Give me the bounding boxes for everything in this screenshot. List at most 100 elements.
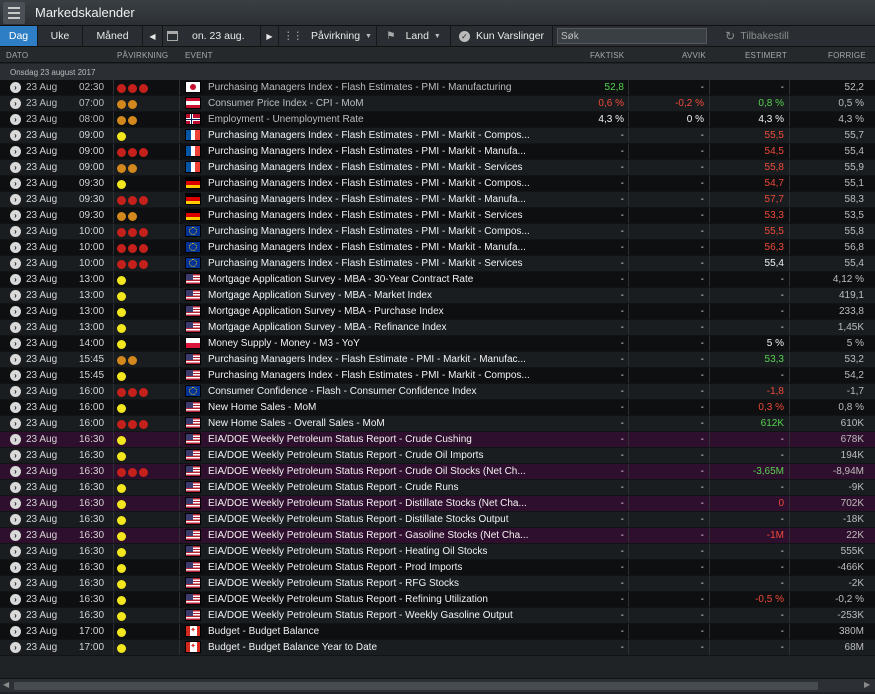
row-event[interactable]: Mortgage Application Survey - MBA - Refi… [208,322,588,333]
table-row[interactable]: › 23 Aug 09:00 Purchasing Managers Index - … [0,144,875,160]
expand-arrow-icon[interactable]: › [10,354,21,365]
expand-arrow-icon[interactable]: › [10,370,21,381]
table-row[interactable]: › 23 Aug 16:30 EIA/DOE Weekly Petroleum Sta… [0,512,875,528]
row-event[interactable]: Purchasing Managers Index - Flash Estima… [208,178,588,189]
row-event[interactable]: EIA/DOE Weekly Petroleum Status Report -… [208,530,588,541]
row-event[interactable]: EIA/DOE Weekly Petroleum Status Report -… [208,610,588,621]
table-row[interactable]: › 23 Aug 16:30 EIA/DOE Weekly Petroleum Sta… [0,480,875,496]
table-row[interactable]: › 23 Aug 09:00 Purchasing Managers Index - … [0,160,875,176]
table-row[interactable]: › 23 Aug 16:30 EIA/DOE Weekly Petroleum Sta… [0,464,875,480]
table-row[interactable]: › 23 Aug 13:00 Mortgage Application Survey … [0,288,875,304]
expand-arrow-icon[interactable]: › [10,546,21,557]
impact-dropdown[interactable]: ⋮⋮ Påvirkning ▼ [279,26,377,46]
expand-arrow-icon[interactable]: › [10,466,21,477]
expand-arrow-icon[interactable]: › [10,626,21,637]
expand-arrow-icon[interactable]: › [10,482,21,493]
table-row[interactable]: › 23 Aug 16:00 New Home Sales - MoM - - 0,3 % 0… [0,400,875,416]
expand-arrow-icon[interactable]: › [10,162,21,173]
row-event[interactable]: EIA/DOE Weekly Petroleum Status Report -… [208,578,588,589]
row-event[interactable]: EIA/DOE Weekly Petroleum Status Report -… [208,594,588,605]
week-tab[interactable]: Uke [38,26,83,46]
row-event[interactable]: Mortgage Application Survey - MBA - 30-Y… [208,274,588,285]
row-event[interactable]: Consumer Price Index - CPI - MoM [208,98,588,109]
country-dropdown[interactable]: ⚑ Land ▼ [377,26,451,46]
expand-arrow-icon[interactable]: › [10,610,21,621]
row-event[interactable]: EIA/DOE Weekly Petroleum Status Report -… [208,546,588,557]
table-row[interactable]: › 23 Aug 16:30 EIA/DOE Weekly Petroleum Sta… [0,496,875,512]
table-row[interactable]: › 23 Aug 13:00 Mortgage Application Survey … [0,320,875,336]
row-event[interactable]: Purchasing Managers Index - Flash Estima… [208,242,588,253]
col-actual[interactable]: FAKTISK [590,51,624,60]
expand-arrow-icon[interactable]: › [10,418,21,429]
row-event[interactable]: Purchasing Managers Index - Flash Estima… [208,370,588,381]
row-event[interactable]: Budget - Budget Balance Year to Date [208,642,588,653]
expand-arrow-icon[interactable]: › [10,306,21,317]
expand-arrow-icon[interactable]: › [10,146,21,157]
expand-arrow-icon[interactable]: › [10,178,21,189]
expand-arrow-icon[interactable]: › [10,578,21,589]
col-estimated[interactable]: ESTIMERT [745,51,787,60]
row-event[interactable]: Purchasing Managers Index - Flash Estima… [208,130,588,141]
col-event[interactable]: EVENT [185,51,213,60]
table-row[interactable]: › 23 Aug 16:30 EIA/DOE Weekly Petroleum Sta… [0,592,875,608]
expand-arrow-icon[interactable]: › [10,210,21,221]
expand-arrow-icon[interactable]: › [10,98,21,109]
table-row[interactable]: › 23 Aug 17:00 ✦ Budget - Budget Balance Yea… [0,640,875,656]
row-event[interactable]: Mortgage Application Survey - MBA - Purc… [208,306,588,317]
table-row[interactable]: › 23 Aug 16:30 EIA/DOE Weekly Petroleum Sta… [0,448,875,464]
expand-arrow-icon[interactable]: › [10,514,21,525]
row-event[interactable]: EIA/DOE Weekly Petroleum Status Report -… [208,466,588,477]
next-date-arrow-icon[interactable]: ▶ [261,26,279,46]
horizontal-scrollbar[interactable]: ◀ ▶ [0,678,875,692]
date-picker[interactable]: on. 23 aug. [163,26,261,46]
expand-arrow-icon[interactable]: › [10,322,21,333]
day-tab[interactable]: Dag [0,26,38,46]
table-row[interactable]: › 23 Aug 10:00 Purchasing Managers Index - … [0,256,875,272]
row-event[interactable]: Budget - Budget Balance [208,626,588,637]
expand-arrow-icon[interactable]: › [10,450,21,461]
row-event[interactable]: Money Supply - Money - M3 - YoY [208,338,588,349]
table-row[interactable]: › 23 Aug 16:30 EIA/DOE Weekly Petroleum Sta… [0,544,875,560]
reset-button[interactable]: ↻ Tilbakestill [711,26,803,46]
table-row[interactable]: › 23 Aug 13:00 Mortgage Application Survey … [0,304,875,320]
row-event[interactable]: New Home Sales - MoM [208,402,588,413]
row-event[interactable]: Purchasing Managers Index - Flash Estima… [208,146,588,157]
row-event[interactable]: Purchasing Managers Index - Flash Estima… [208,210,588,221]
table-row[interactable]: › 23 Aug 15:45 Purchasing Managers Index - … [0,368,875,384]
col-date[interactable]: DATO [6,51,28,60]
expand-arrow-icon[interactable]: › [10,434,21,445]
row-event[interactable]: Employment - Unemployment Rate [208,114,588,125]
scrollbar-thumb[interactable] [14,682,818,690]
prev-date-arrow-icon[interactable]: ◀ [143,26,163,46]
row-event[interactable]: Purchasing Managers Index - Flash Estima… [208,82,588,93]
row-event[interactable]: Purchasing Managers Index - Flash Estima… [208,162,588,173]
col-deviation[interactable]: AVVIK [682,51,706,60]
row-event[interactable]: Consumer Confidence - Flash - Consumer C… [208,386,588,397]
expand-arrow-icon[interactable]: › [10,498,21,509]
month-tab[interactable]: Måned [83,26,143,46]
expand-arrow-icon[interactable]: › [10,642,21,653]
expand-arrow-icon[interactable]: › [10,114,21,125]
table-row[interactable]: › 23 Aug 09:30 Purchasing Managers Index - … [0,176,875,192]
expand-arrow-icon[interactable]: › [10,194,21,205]
table-row[interactable]: › 23 Aug 16:00 New Home Sales - Overall Sal… [0,416,875,432]
table-row[interactable]: › 23 Aug 17:00 ✦ Budget - Budget Balance - - - 3… [0,624,875,640]
table-row[interactable]: › 23 Aug 16:30 EIA/DOE Weekly Petroleum Sta… [0,528,875,544]
table-row[interactable]: › 23 Aug 16:30 EIA/DOE Weekly Petroleum Sta… [0,608,875,624]
scroll-left-icon[interactable]: ◀ [3,680,9,689]
row-event[interactable]: EIA/DOE Weekly Petroleum Status Report -… [208,498,588,509]
row-event[interactable]: Purchasing Managers Index - Flash Estima… [208,194,588,205]
expand-arrow-icon[interactable]: › [10,258,21,269]
expand-arrow-icon[interactable]: › [10,290,21,301]
expand-arrow-icon[interactable]: › [10,386,21,397]
table-row[interactable]: › 23 Aug 16:30 EIA/DOE Weekly Petroleum Sta… [0,432,875,448]
table-row[interactable]: › 23 Aug 13:00 Mortgage Application Survey … [0,272,875,288]
expand-arrow-icon[interactable]: › [10,274,21,285]
hamburger-menu-icon[interactable] [3,1,25,24]
search-input[interactable] [557,28,707,44]
table-row[interactable]: › 23 Aug 16:30 EIA/DOE Weekly Petroleum Sta… [0,576,875,592]
table-row[interactable]: › 23 Aug 15:45 Purchasing Managers Index - … [0,352,875,368]
table-row[interactable]: › 23 Aug 16:30 EIA/DOE Weekly Petroleum Sta… [0,560,875,576]
row-event[interactable]: Purchasing Managers Index - Flash Estima… [208,354,588,365]
row-event[interactable]: Mortgage Application Survey - MBA - Mark… [208,290,588,301]
